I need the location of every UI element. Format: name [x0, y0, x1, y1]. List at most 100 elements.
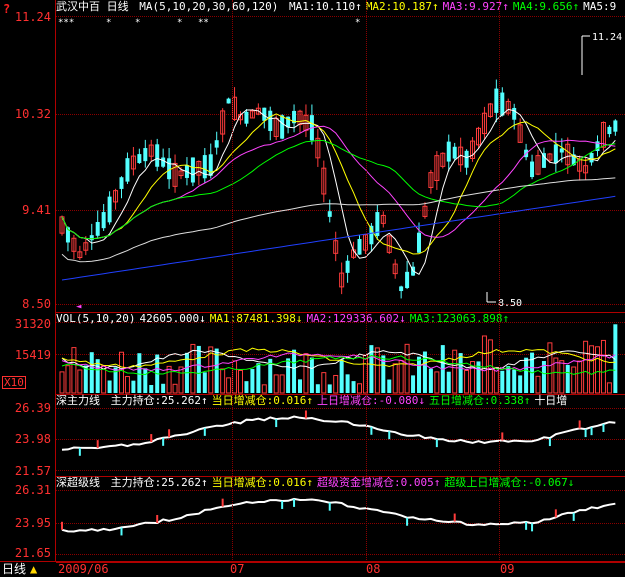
candle-body	[530, 161, 535, 178]
volume-bar	[512, 369, 517, 393]
date-axis: 日线 ▲ 2009/06 07 08 09	[0, 561, 625, 577]
volume-bar	[339, 359, 344, 393]
volume-bar	[196, 345, 201, 393]
volume-bar	[392, 363, 398, 394]
volume-bar	[446, 371, 451, 393]
volume-bar	[244, 381, 249, 393]
volume-bar	[333, 374, 339, 394]
month-separator	[499, 0, 500, 562]
month-separator	[232, 0, 233, 562]
candle-body	[280, 115, 285, 139]
volume-bar	[250, 369, 255, 393]
volume-bar	[547, 342, 553, 394]
volume-bar	[143, 368, 148, 393]
volume-bar	[59, 371, 65, 394]
candle-body	[553, 144, 558, 164]
volume-bar	[452, 349, 458, 394]
volume-bar	[292, 349, 297, 393]
candle-body	[589, 153, 594, 163]
volume-bar	[434, 371, 440, 394]
volume-bar	[500, 370, 505, 393]
volume-bar	[178, 366, 184, 394]
candle-body	[405, 271, 410, 289]
volume-bar	[89, 352, 94, 393]
volume-bar	[309, 357, 314, 393]
candle-body	[607, 126, 612, 135]
volume-bar	[387, 379, 392, 393]
volume-bar	[279, 374, 285, 394]
candle-body	[345, 260, 350, 273]
volume-bar	[428, 368, 433, 393]
candle-body	[107, 196, 112, 223]
volume-bar	[71, 347, 77, 394]
volume-bar	[351, 381, 356, 393]
volume-bar	[273, 374, 279, 394]
volume-bar	[220, 368, 226, 394]
volume-bar	[577, 360, 583, 394]
candle-body	[613, 120, 618, 132]
volume-bar	[137, 353, 142, 393]
candle-body	[541, 153, 546, 168]
candle-body	[500, 92, 505, 116]
date-label-august: 08	[366, 562, 381, 576]
volume-bar	[518, 375, 523, 393]
volume-bar	[411, 375, 416, 393]
signal-star-icon: *	[106, 18, 111, 28]
candle-body	[559, 148, 564, 153]
signal-star-icon: ***	[58, 18, 74, 28]
volume-bar	[374, 347, 380, 394]
volume-bar	[149, 384, 154, 393]
month-separator	[366, 0, 367, 562]
volume-bar	[315, 384, 320, 393]
date-label-july: 07	[230, 562, 245, 576]
candle-body	[446, 141, 451, 162]
volume-bar	[232, 360, 238, 394]
volume-bar	[107, 380, 112, 393]
volume-bar	[161, 383, 166, 393]
volume-bar	[565, 364, 570, 393]
candle-body	[494, 88, 499, 113]
candle-body	[327, 211, 332, 217]
volume-bar	[595, 346, 600, 394]
period-triangle-icon[interactable]: ▲	[30, 562, 37, 577]
candle-body	[452, 146, 457, 159]
signal-star-icon: *	[355, 18, 360, 28]
candle-body	[512, 107, 517, 120]
volume-bar	[131, 380, 136, 393]
volume-bar	[166, 365, 172, 394]
volume-bar	[524, 357, 529, 393]
candle-body	[417, 232, 421, 253]
candle-body	[268, 110, 273, 131]
volume-bar	[202, 372, 207, 393]
signal-star-icon: **	[198, 18, 209, 28]
low-marker-label: 8.50	[498, 298, 522, 309]
volume-bar	[458, 353, 463, 393]
candle-body	[190, 157, 195, 183]
volume-bar	[589, 345, 595, 394]
period-label[interactable]: 日线	[2, 562, 26, 577]
signal-star-icon: *	[135, 18, 140, 28]
candle-body	[143, 148, 148, 162]
volume-bar	[119, 351, 124, 394]
chart-canvas: 11.248.50◄*** * * * ** *	[58, 18, 622, 536]
candle-body	[399, 286, 404, 292]
volume-bar	[345, 374, 350, 393]
volume-bar	[286, 358, 291, 393]
volume-bar	[535, 375, 541, 394]
volume-bar	[298, 379, 302, 393]
volume-bar	[124, 376, 130, 394]
candle-body	[89, 235, 94, 241]
stock-chart-window: ? 11.24 10.32 9.41 8.50 31320 15419 X10 …	[0, 0, 625, 577]
indicator-line	[61, 415, 616, 451]
volume-bar	[303, 353, 309, 394]
volume-bar	[77, 369, 83, 394]
candle-body	[464, 150, 469, 168]
volume-bar	[583, 340, 589, 394]
candle-body	[226, 98, 231, 104]
volume-bar	[606, 382, 612, 394]
candle-body	[244, 111, 249, 124]
signal-star-icon: *	[177, 18, 182, 28]
volume-bar	[404, 343, 410, 394]
candle-body	[161, 157, 166, 167]
volume-bar	[83, 365, 88, 393]
